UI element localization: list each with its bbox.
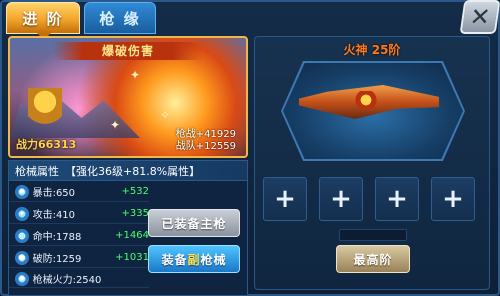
- attribute-header: 枪械属性 【强化36级+81.8%属性】: [9, 161, 247, 181]
- weapon-title: 火神 25阶: [343, 43, 401, 57]
- combat-power: 战力66313: [16, 138, 77, 151]
- pierce-icon: ⬢: [15, 250, 29, 265]
- max-level-button[interactable]: 最高阶: [336, 245, 410, 273]
- crit-icon: ✹: [15, 184, 29, 199]
- attribute-name: 破防:1259: [32, 254, 82, 265]
- upgrade-slot-1[interactable]: +: [263, 177, 307, 221]
- attribute-row: ✹ 暴击:650 +532: [9, 182, 149, 202]
- sparkle-icon: ✦: [110, 118, 121, 132]
- attribute-subtitle: 【强化36级+81.8%属性】: [65, 164, 201, 178]
- attribute-bonus: +335: [121, 208, 149, 219]
- upgrade-slot-2[interactable]: +: [319, 177, 363, 221]
- equip-sub-label-highlight: 副: [187, 252, 201, 267]
- sparkle-icon: ✦: [130, 68, 141, 82]
- material-bar: [339, 229, 407, 241]
- equipped-main-gun-button[interactable]: 已装备主枪: [148, 209, 240, 237]
- attribute-name: 枪械火力:2540: [32, 275, 102, 286]
- attribute-row: ✦ 攻击:410 +335: [9, 204, 149, 224]
- hit-icon: ◎: [15, 228, 29, 243]
- stat-line-team: 战队+12559: [175, 141, 236, 152]
- attribute-row: ◎ 命中:1788 +1464: [9, 226, 149, 246]
- hero-figure: [28, 88, 62, 134]
- skill-banner: 爆破伤害: [53, 42, 203, 60]
- weapon-emblem: [351, 91, 381, 109]
- attribute-bonus: +1464: [115, 230, 149, 241]
- attribute-row: ⬢ 破防:1259 +1031: [9, 248, 149, 268]
- attack-icon: ✦: [15, 206, 29, 221]
- equip-sub-label-prefix: 装备: [161, 252, 188, 267]
- hero-card: 爆破伤害 ✦ ✧ ✦ 战力66313 枪战+41929 战队+12559: [8, 36, 248, 158]
- attribute-bonus: +1031: [115, 252, 149, 263]
- tab-advance[interactable]: 进 阶: [6, 2, 80, 40]
- close-icon[interactable]: ✕: [459, 0, 500, 34]
- attribute-name: 攻击:410: [32, 210, 76, 221]
- attribute-name: 命中:1788: [32, 232, 82, 243]
- upgrade-slot-4[interactable]: +: [431, 177, 475, 221]
- sparkle-icon: ✧: [160, 108, 171, 122]
- equip-sub-gun-button[interactable]: 装备副枪械: [148, 245, 240, 273]
- firepower-icon: ✺: [15, 271, 29, 286]
- attribute-bonus: +532: [121, 186, 149, 197]
- attribute-row: ✺ 枪械火力:2540: [9, 270, 149, 288]
- tab-gun-affinity[interactable]: 枪 缘: [84, 2, 156, 34]
- equip-sub-label-suffix: 枪械: [200, 252, 227, 267]
- upgrade-slot-3[interactable]: +: [375, 177, 419, 221]
- attribute-title: 枪械属性: [15, 164, 59, 178]
- attribute-name: 暴击:650: [32, 188, 76, 199]
